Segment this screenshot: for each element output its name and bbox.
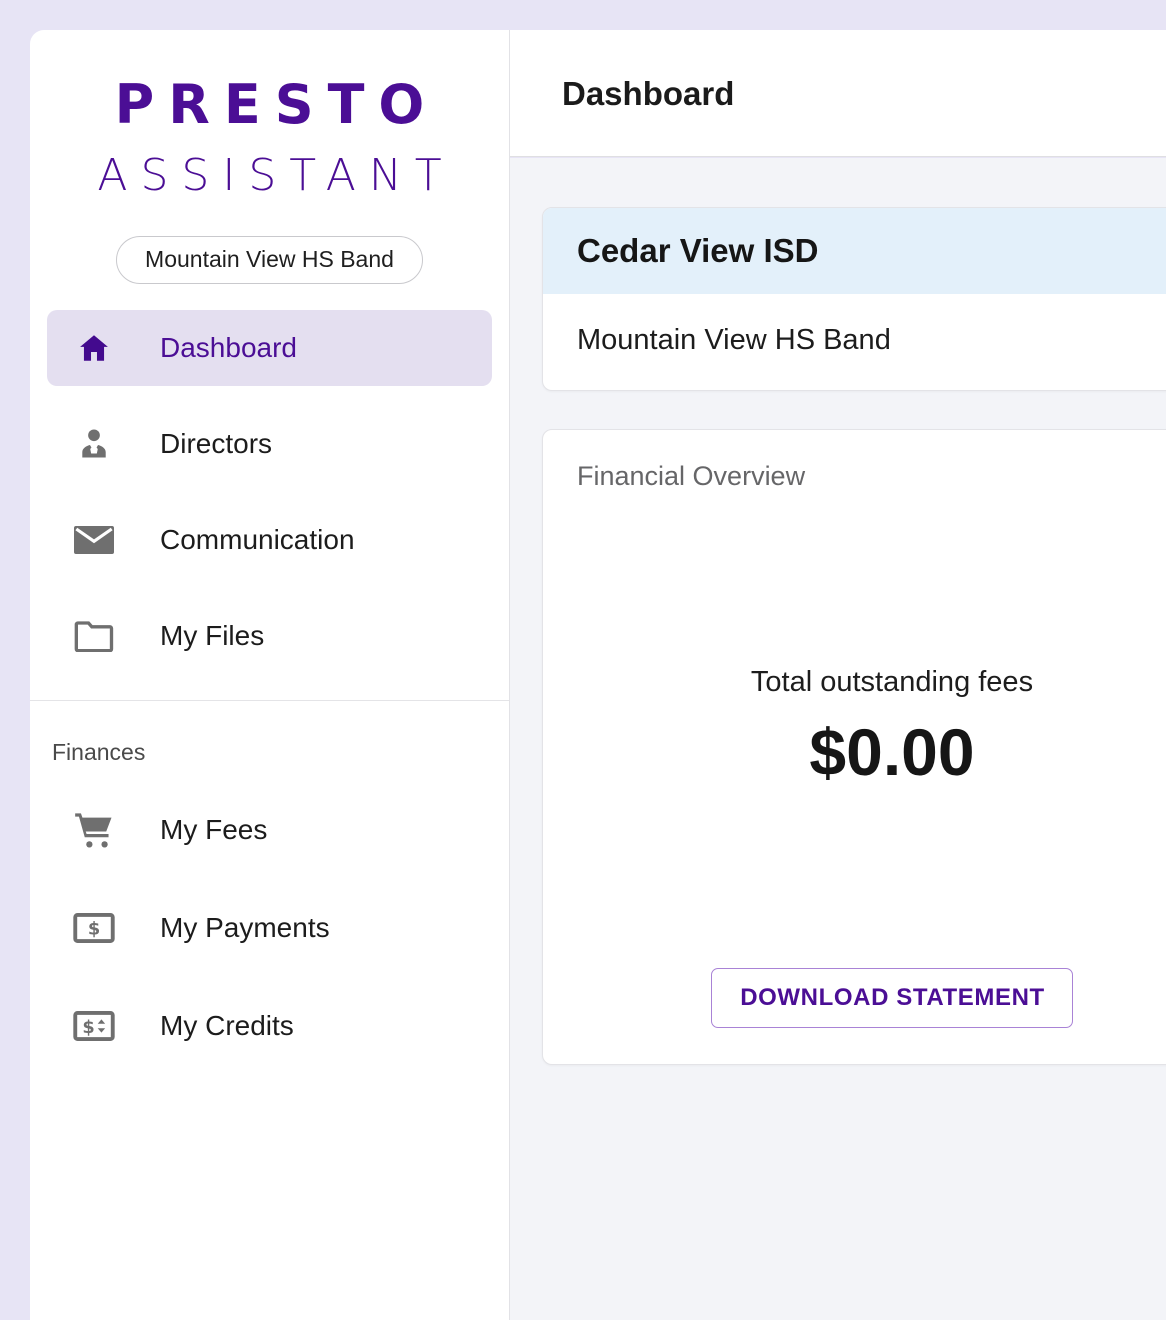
sidebar-section-label-finances: Finances (52, 739, 146, 765)
sidebar-item-my-payments[interactable]: $ My Payments (47, 890, 492, 966)
svg-text:$: $ (82, 1018, 94, 1038)
shopping-cart-icon (70, 808, 118, 852)
page-title: Dashboard (562, 74, 735, 112)
home-icon (70, 326, 118, 370)
organization-name: Cedar View ISD (577, 232, 819, 269)
app-root: PRESTO ASSISTANT Mountain View HS Band D… (0, 0, 1166, 1320)
sidebar-item-my-files[interactable]: My Files (47, 598, 492, 674)
organization-card-header: Cedar View ISD (543, 208, 1166, 294)
sidebar-item-label: Directors (160, 428, 273, 459)
svg-text:$: $ (88, 920, 100, 940)
download-statement-button[interactable]: DOWNLOAD STATEMENT (711, 968, 1073, 1028)
sidebar-item-directors[interactable]: Directors (47, 406, 492, 482)
content-area: Cedar View ISD Mountain View HS Band Fin… (510, 158, 1166, 1320)
brand-logo: PRESTO ASSISTANT Mountain View HS Band (30, 30, 509, 284)
sidebar-item-label: Dashboard (160, 332, 297, 363)
financial-overview-card: Financial Overview Total outstanding fee… (542, 429, 1166, 1065)
outstanding-fees-value: $0.00 (809, 715, 975, 789)
sidebar-item-label: My Payments (160, 912, 330, 943)
sidebar-item-my-credits[interactable]: $ My Credits (47, 988, 492, 1064)
sidebar-primary-nav: Dashboard Directors Communication My Fil… (30, 284, 509, 674)
outstanding-fees-stat: Total outstanding fees $0.00 (577, 666, 1166, 789)
sidebar-item-label: My Files (160, 620, 265, 651)
outstanding-fees-label: Total outstanding fees (750, 666, 1034, 698)
sidebar-item-label: Communication (160, 524, 355, 555)
financial-card-actions: DOWNLOAD STATEMENT (577, 968, 1166, 1028)
topbar: Dashboard (510, 30, 1166, 157)
banknote-dollar-icon: $ (70, 906, 118, 950)
organization-card-body[interactable]: Mountain View HS Band (543, 294, 1166, 390)
envelope-icon (70, 518, 118, 562)
folder-icon (70, 614, 118, 658)
price-change-icon: $ (70, 1004, 118, 1048)
sidebar-item-label: My Credits (160, 1010, 294, 1041)
org-pill[interactable]: Mountain View HS Band (116, 236, 423, 284)
main-region: Dashboard Cedar View ISD Mountain View H… (510, 0, 1166, 1320)
financial-overview-title: Financial Overview (577, 461, 806, 491)
sidebar-item-dashboard[interactable]: Dashboard (47, 310, 492, 386)
ensemble-name: Mountain View HS Band (577, 324, 891, 356)
sidebar-item-label: My Fees (160, 814, 268, 845)
organization-card: Cedar View ISD Mountain View HS Band (542, 207, 1166, 391)
logo-assistant-text: ASSISTANT (97, 150, 455, 201)
logo-presto-text: PRESTO (114, 73, 439, 136)
person-tie-icon (70, 422, 118, 466)
sidebar-item-communication[interactable]: Communication (47, 502, 492, 578)
sidebar-item-my-fees[interactable]: My Fees (47, 792, 492, 868)
sidebar-finances-nav: Finances My Fees $ My Payments $ My Cred… (30, 701, 509, 1064)
sidebar: PRESTO ASSISTANT Mountain View HS Band D… (30, 30, 510, 1320)
